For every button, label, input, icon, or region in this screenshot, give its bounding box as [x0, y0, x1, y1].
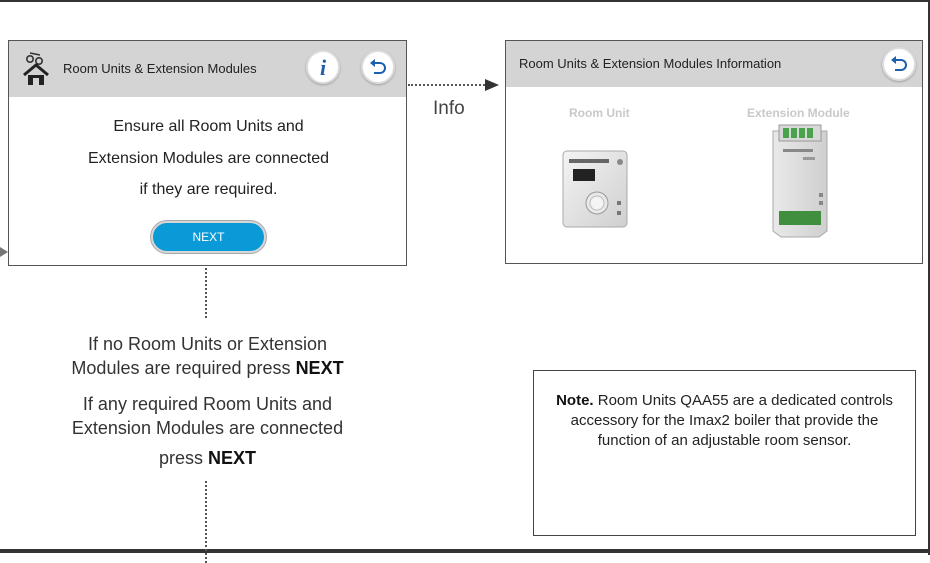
- info-icon: i: [320, 55, 327, 80]
- frame-bottom-border: [0, 549, 930, 553]
- note-text: Note. Room Units QAA55 are a dedicated c…: [556, 392, 893, 449]
- frame-top-border: [0, 0, 930, 2]
- room-unit-label: Room Unit: [569, 106, 630, 120]
- info-button[interactable]: i: [306, 50, 340, 84]
- next-button[interactable]: NEXT: [151, 221, 266, 253]
- title-bar: Room Units & Extension Modules Informati…: [506, 41, 922, 87]
- back-button[interactable]: [882, 47, 916, 81]
- message-line-1: Ensure all Room Units and: [113, 118, 304, 135]
- screen-title: Room Units & Extension Modules: [63, 61, 257, 76]
- instruction-line: Modules are required press NEXT: [71, 358, 344, 378]
- instruction-line: Extension Modules are connected: [71, 418, 344, 438]
- home-icon[interactable]: [21, 50, 51, 88]
- next-emphasis: NEXT: [295, 358, 344, 378]
- svg-text:i: i: [320, 55, 327, 80]
- back-arrow-icon: [370, 59, 386, 74]
- back-arrow-icon: [891, 56, 907, 71]
- note-box: Note. Room Units QAA55 are a dedicated c…: [533, 370, 916, 536]
- flow-connector-line: [205, 268, 207, 318]
- arrow-right-icon: [485, 79, 499, 91]
- message-line-3: if they are required.: [139, 181, 278, 198]
- room-units-screen: Room Units & Extension Modules i Ensure …: [8, 40, 407, 266]
- flow-connector-line: [205, 481, 207, 563]
- info-connector-line: [408, 84, 488, 86]
- incoming-arrow-icon: [0, 247, 8, 257]
- room-unit-image: [562, 150, 628, 228]
- info-label: Info: [433, 98, 465, 119]
- instruction-line: press NEXT: [158, 448, 257, 468]
- message-line-2: Extension Modules are connected: [87, 150, 330, 167]
- extension-module-label: Extension Module: [747, 106, 850, 120]
- instruction-line: If any required Room Units and: [82, 394, 333, 414]
- title-bar: Room Units & Extension Modules i: [9, 41, 406, 97]
- next-emphasis: NEXT: [208, 448, 257, 468]
- extension-module-image: [772, 124, 828, 238]
- screen-title: Room Units & Extension Modules Informati…: [519, 56, 782, 71]
- back-button[interactable]: [361, 50, 395, 84]
- information-screen: Room Units & Extension Modules Informati…: [505, 40, 923, 264]
- instruction-line: If no Room Units or Extension: [87, 334, 328, 354]
